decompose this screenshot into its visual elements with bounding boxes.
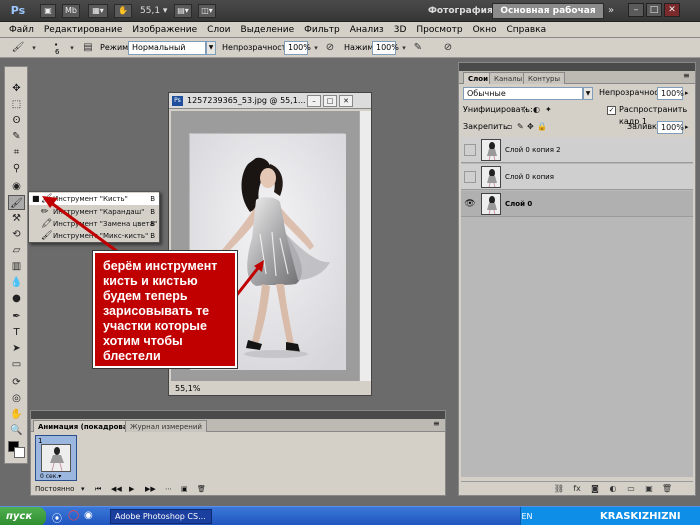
layer-visibility-toggle[interactable] — [464, 144, 476, 156]
language-indicator[interactable]: EN — [520, 507, 534, 525]
layer-thumbnail-image — [487, 196, 497, 214]
tab-measurement-log[interactable]: Журнал измерений — [125, 420, 207, 432]
tab-paths[interactable]: Контуры — [523, 72, 566, 84]
annotation-text: берём инструмент кисть и кистью будем те… — [103, 259, 218, 363]
opera-icon[interactable]: ◯ — [68, 510, 79, 521]
blend-mode-dropdown-icon[interactable]: ▼ — [583, 87, 593, 100]
unify-style-icon[interactable]: ✦ — [545, 104, 552, 116]
blend-mode-select[interactable]: Обычные — [463, 87, 583, 100]
start-button[interactable]: пуск — [0, 507, 46, 525]
taskbar-photoshop-label: Adobe Photoshop CS... — [115, 512, 206, 521]
layer-name: Слой 0 — [505, 200, 533, 208]
layer-opacity-dropdown-icon[interactable]: ▸ — [685, 89, 689, 97]
animation-bottom-bar: Постоянно ▾ ⏮ ◀◀ ▶ ▶▶ ⋯ ▣ 🗑 — [31, 483, 445, 495]
quicklaunch-icon[interactable]: ⦿ — [52, 510, 62, 525]
delete-layer-icon[interactable]: 🗑 — [661, 483, 673, 495]
tween-icon[interactable]: ⋯ — [165, 483, 172, 495]
layer-thumbnail — [481, 166, 501, 188]
propagate-frame-checkbox[interactable]: ✓ — [607, 106, 616, 115]
lock-pixels-icon[interactable]: ✎ — [517, 121, 524, 133]
watermark: KRASKIZHIZNI — [600, 511, 681, 522]
animation-panel: Анимация (покадровая) Журнал измерений ≡… — [30, 410, 446, 496]
delete-frame-icon[interactable]: 🗑 — [197, 483, 206, 495]
lock-position-icon[interactable]: ✥ — [527, 121, 534, 133]
layer-thumbnail-image — [487, 142, 497, 160]
frame-thumbnail — [41, 444, 71, 472]
anim-panel-menu-icon[interactable]: ≡ — [433, 419, 440, 428]
layer-thumbnail — [481, 193, 501, 215]
layer-thumbnail-image — [487, 169, 497, 187]
annotation-callout: берём инструмент кисть и кистью будем те… — [92, 250, 238, 369]
layer-visibility-toggle[interactable] — [464, 171, 476, 183]
unify-visibility-icon[interactable]: ◐ — [533, 104, 540, 116]
layer-mask-icon[interactable]: ◙ — [589, 483, 601, 495]
layers-list: Слой 0 копия 2 Слой 0 копия 👁 Слой 0 — [461, 137, 693, 477]
layers-panel: Слои Каналы Контуры ≡ Обычные ▼ Непрозра… — [458, 62, 696, 496]
layers-panel-tabs: Слои Каналы Контуры ≡ — [459, 71, 695, 84]
new-group-icon[interactable]: ▭ — [625, 483, 637, 495]
layer-row[interactable]: Слой 0 копия — [461, 164, 693, 190]
eye-icon[interactable]: 👁 — [464, 198, 476, 210]
fill-input[interactable]: 100% — [657, 121, 684, 134]
adjustment-layer-icon[interactable]: ◐ — [607, 483, 619, 495]
layers-bottom-bar: ⛓ fx ◙ ◐ ▭ ▣ 🗑 — [461, 481, 693, 495]
panel-header-strip — [459, 63, 695, 71]
first-frame-icon[interactable]: ⏮ — [95, 483, 101, 495]
fill-dropdown-icon[interactable]: ▸ — [685, 123, 689, 131]
duplicate-frame-icon[interactable]: ▣ — [181, 483, 188, 495]
windows-taskbar: пуск ⦿ ◯ ◉ Adobe Photoshop CS... EN KRAS… — [0, 506, 700, 525]
layer-name: Слой 0 копия 2 — [505, 146, 561, 154]
loop-select[interactable]: Постоянно — [35, 483, 74, 495]
arrow-to-flyout — [49, 200, 119, 254]
lock-all-icon[interactable]: 🔒 — [537, 121, 547, 133]
frame-delay[interactable]: 0 сек.▾ — [40, 473, 61, 480]
next-frame-icon[interactable]: ▶▶ — [145, 483, 156, 495]
anim-header-strip — [31, 411, 445, 419]
tab-channels[interactable]: Каналы — [489, 72, 528, 84]
play-icon[interactable]: ▶ — [129, 483, 134, 495]
frame-thumbnail-image — [50, 447, 64, 471]
browser-icon[interactable]: ◉ — [84, 510, 93, 521]
panel-menu-icon[interactable]: ≡ — [683, 71, 690, 80]
arrow-to-dress — [234, 267, 260, 297]
layer-name: Слой 0 копия — [505, 173, 554, 181]
loop-dropdown-icon[interactable]: ▾ — [81, 483, 85, 495]
taskbar-photoshop[interactable]: Adobe Photoshop CS... — [110, 509, 212, 524]
lock-transparent-icon[interactable]: ▫ — [507, 121, 512, 133]
link-layers-icon[interactable]: ⛓ — [553, 483, 565, 495]
layer-thumbnail — [481, 139, 501, 161]
lock-label: Закрепить: — [463, 122, 511, 131]
layer-opacity-input[interactable]: 100% — [657, 87, 684, 100]
animation-panel-tabs: Анимация (покадровая) Журнал измерений ≡ — [31, 419, 445, 432]
animation-frame[interactable]: 1 0 сек.▾ — [35, 435, 77, 481]
layer-row[interactable]: Слой 0 копия 2 — [461, 137, 693, 163]
previous-frame-icon[interactable]: ◀◀ — [111, 483, 122, 495]
unify-position-icon[interactable]: ⊹ — [521, 104, 528, 116]
layer-style-icon[interactable]: fx — [571, 483, 583, 495]
new-layer-icon[interactable]: ▣ — [643, 483, 655, 495]
layer-row-selected[interactable]: 👁 Слой 0 — [461, 191, 693, 217]
